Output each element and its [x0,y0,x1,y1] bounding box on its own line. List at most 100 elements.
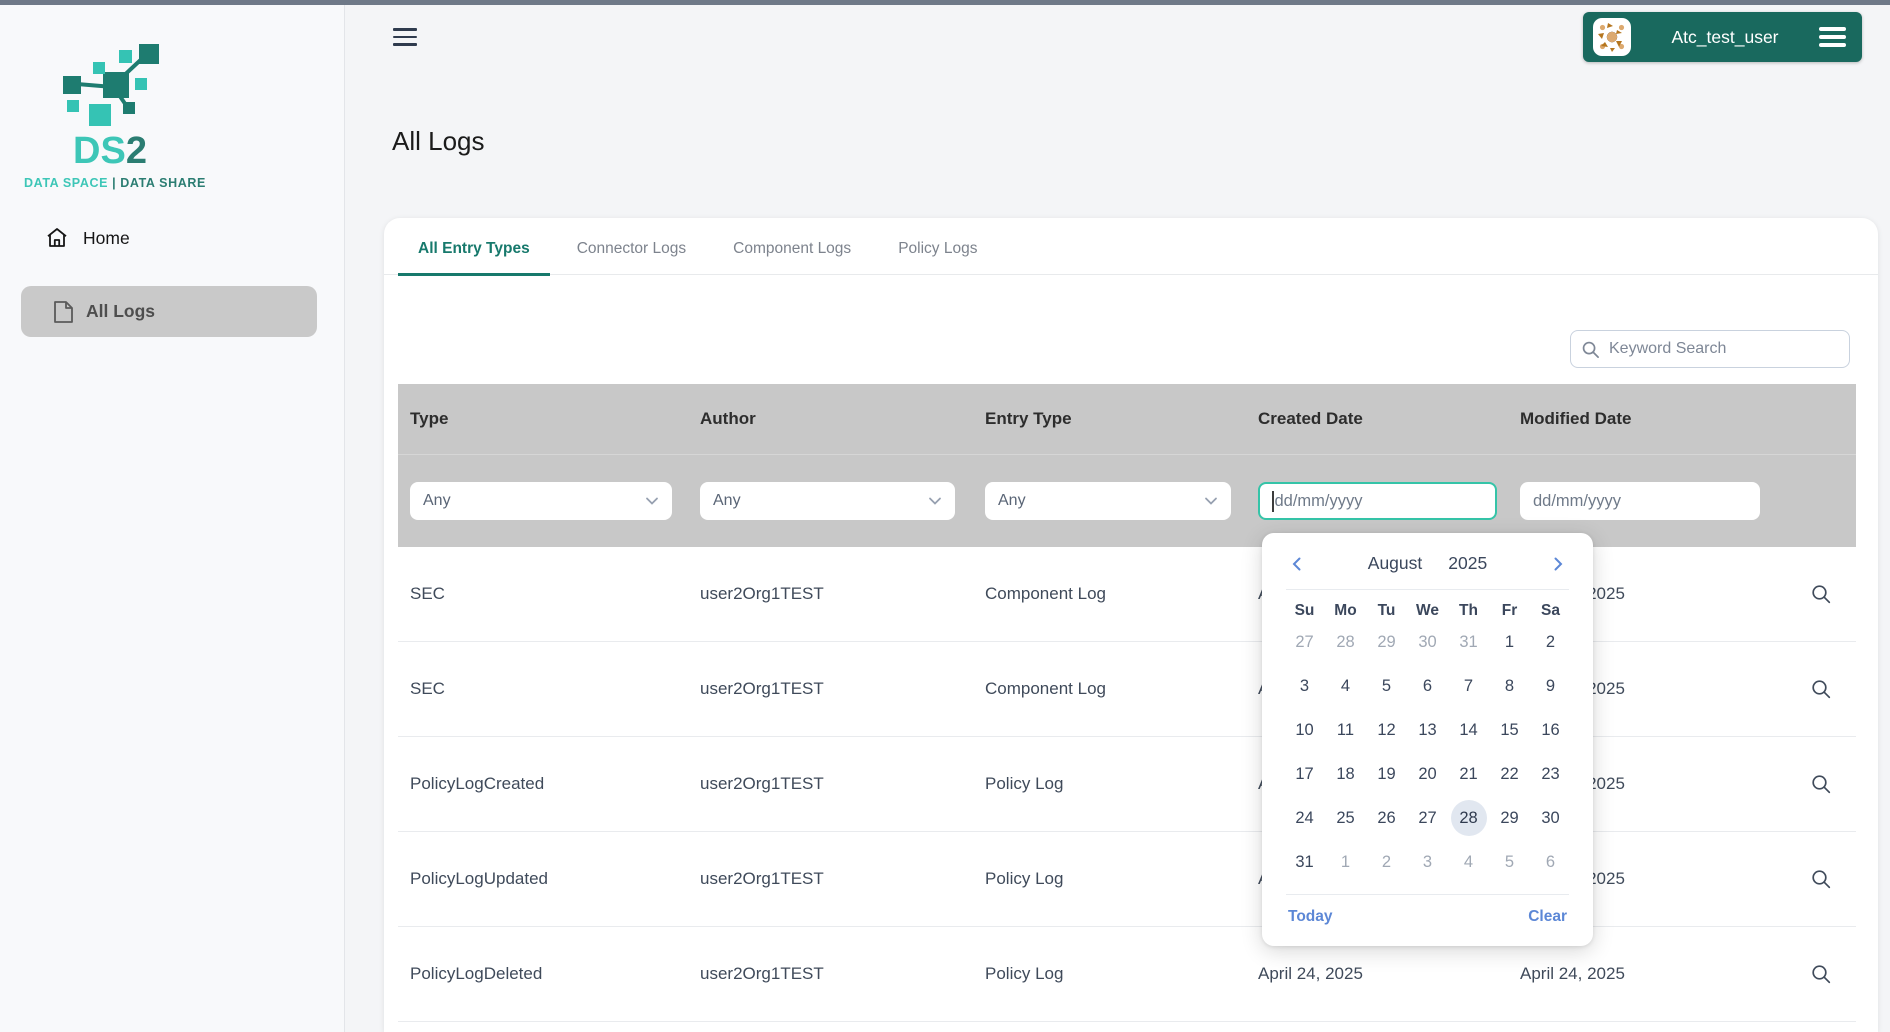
column-header-created-date: Created Date [1258,409,1363,428]
calendar-day[interactable]: 12 [1366,708,1407,752]
chevron-down-icon [646,497,658,505]
sidebar-item-home[interactable]: Home [45,226,130,250]
calendar-day[interactable]: 28 [1325,620,1366,664]
next-month-button[interactable] [1549,555,1567,573]
logo-title: DS2 [73,130,147,172]
calendar-day[interactable]: 30 [1407,620,1448,664]
modified-date-filter-input[interactable]: dd/mm/yyyy [1520,482,1760,520]
tab-policy-logs[interactable]: Policy Logs [878,240,997,274]
calendar-day[interactable]: 1 [1489,620,1530,664]
view-log-details-button[interactable] [1806,959,1836,989]
weekday-label: Fr [1501,602,1518,619]
created-date-filter-input[interactable]: dd/mm/yyyy [1258,482,1497,520]
cell-author: user2Org1TEST [700,774,824,793]
calendar-day[interactable]: 3 [1284,664,1325,708]
cell-entry-type: Policy Log [985,869,1064,888]
calendar-day[interactable]: 18 [1325,752,1366,796]
ds2-logo-icon [63,44,159,126]
cell-type: PolicyLogCreated [410,774,545,793]
calendar-day[interactable]: 4 [1325,664,1366,708]
calendar-day-selected[interactable]: 28 [1448,796,1489,840]
column-header-modified-date: Modified Date [1520,409,1632,428]
table-row: SEC user2Org1TEST Component Log April 24… [398,547,1856,642]
table-header-band: Type Author Entry Type Created Date Modi… [398,384,1856,547]
view-log-details-button[interactable] [1806,674,1836,704]
calendar-day[interactable]: 17 [1284,752,1325,796]
calendar-day[interactable]: 26 [1366,796,1407,840]
user-menu-button[interactable]: Atc_test_user [1583,12,1862,62]
type-filter-select[interactable]: Any [410,482,672,520]
chevron-left-icon [1292,557,1301,570]
calendar-day[interactable]: 27 [1284,620,1325,664]
calendar-day[interactable]: 31 [1448,620,1489,664]
calendar-day[interactable]: 7 [1448,664,1489,708]
calendar-day[interactable]: 11 [1325,708,1366,752]
calendar-footer: Today Clear [1286,894,1569,940]
table-row: PolicyLogDeleted user2Org1TEST Policy Lo… [398,927,1856,1022]
today-link[interactable]: Today [1288,908,1333,926]
sidebar-toggle-hamburger-icon[interactable] [393,28,417,46]
weekday-label: Mo [1334,602,1357,619]
keyword-search-input[interactable] [1609,340,1839,358]
calendar-day[interactable]: 16 [1530,708,1571,752]
calendar-day[interactable]: 6 [1407,664,1448,708]
calendar-day[interactable]: 4 [1448,840,1489,884]
sidebar-item-all-logs[interactable]: All Logs [21,286,317,337]
calendar-day[interactable]: 29 [1489,796,1530,840]
magnifier-icon [1812,680,1831,699]
chevron-right-icon [1554,557,1563,570]
calendar-day[interactable]: 13 [1407,708,1448,752]
calendar-day[interactable]: 2 [1366,840,1407,884]
tab-component-logs[interactable]: Component Logs [713,240,871,274]
calendar-month-label[interactable]: August [1368,553,1422,574]
keyword-search-box [1570,330,1850,368]
view-log-details-button[interactable] [1806,579,1836,609]
tab-connector-logs[interactable]: Connector Logs [557,240,706,274]
calendar-day[interactable]: 31 [1284,840,1325,884]
logs-card: All Entry Types Connector Logs Component… [384,218,1878,1032]
column-header-type: Type [410,409,449,428]
weekday-label: Th [1459,602,1478,619]
calendar-day[interactable]: 21 [1448,752,1489,796]
calendar-day[interactable]: 25 [1325,796,1366,840]
calendar-day[interactable]: 14 [1448,708,1489,752]
calendar-week-row: 31 1 2 3 4 5 6 [1262,840,1593,884]
calendar-day[interactable]: 3 [1407,840,1448,884]
calendar-day[interactable]: 20 [1407,752,1448,796]
calendar-day[interactable]: 23 [1530,752,1571,796]
calendar-day[interactable]: 5 [1489,840,1530,884]
calendar-day[interactable]: 15 [1489,708,1530,752]
cell-entry-type: Component Log [985,584,1106,603]
calendar-day[interactable]: 8 [1489,664,1530,708]
calendar-day[interactable]: 10 [1284,708,1325,752]
calendar-day[interactable]: 27 [1407,796,1448,840]
entry-type-filter-select[interactable]: Any [985,482,1231,520]
app-logo: DS2 DATA SPACE | DATA SHARE [24,40,205,190]
calendar-day[interactable]: 9 [1530,664,1571,708]
magnifier-icon [1812,965,1831,984]
view-log-details-button[interactable] [1806,864,1836,894]
calendar-day[interactable]: 29 [1366,620,1407,664]
calendar-day[interactable]: 5 [1366,664,1407,708]
user-menu-hamburger-icon [1819,27,1846,47]
calendar-day[interactable]: 1 [1325,840,1366,884]
previous-month-button[interactable] [1288,555,1306,573]
cell-entry-type: Policy Log [985,964,1064,983]
cell-created-date: April 24, 2025 [1258,964,1363,983]
calendar-day[interactable]: 19 [1366,752,1407,796]
calendar-day[interactable]: 24 [1284,796,1325,840]
tab-all-entry-types[interactable]: All Entry Types [398,240,550,276]
magnifier-icon [1812,585,1831,604]
user-name-label: Atc_test_user [1671,26,1779,47]
clear-link[interactable]: Clear [1528,908,1567,926]
calendar-year-label[interactable]: 2025 [1448,553,1487,574]
cell-entry-type: Policy Log [985,774,1064,793]
calendar-day[interactable]: 6 [1530,840,1571,884]
calendar-day[interactable]: 30 [1530,796,1571,840]
author-filter-select[interactable]: Any [700,482,955,520]
calendar-day[interactable]: 2 [1530,620,1571,664]
calendar-day[interactable]: 22 [1489,752,1530,796]
view-log-details-button[interactable] [1806,769,1836,799]
avatar [1593,18,1631,56]
entry-type-tabs: All Entry Types Connector Logs Component… [384,218,1878,276]
